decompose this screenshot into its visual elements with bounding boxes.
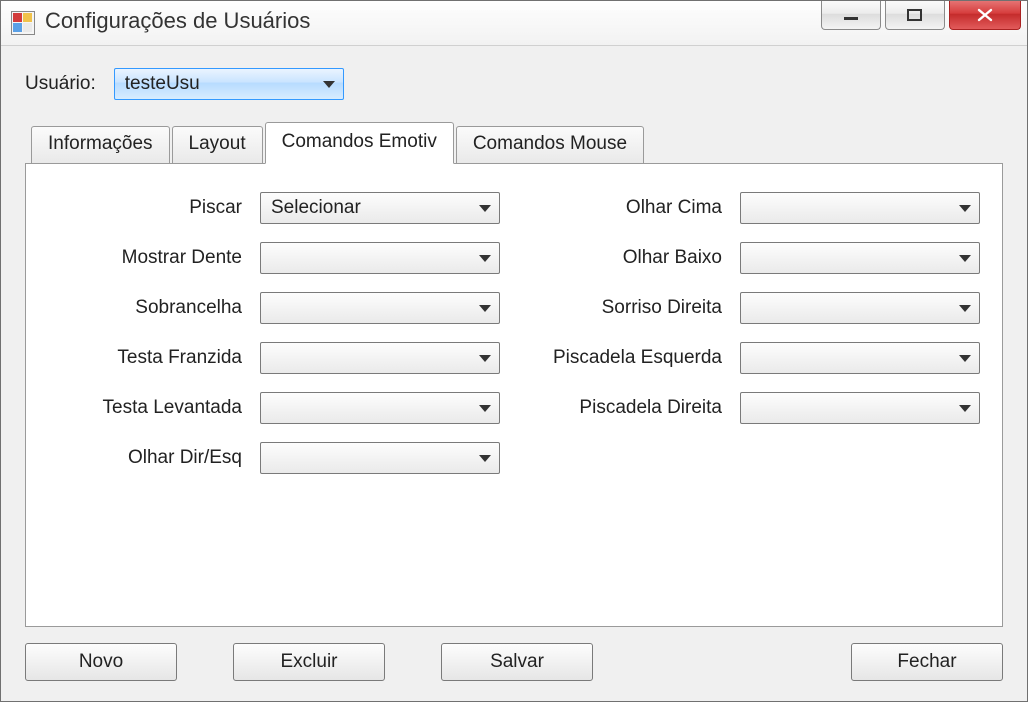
user-combo-text: testeUsu	[125, 73, 317, 95]
tab-comandos-emotiv[interactable]: Comandos Emotiv	[265, 122, 454, 164]
label-sorriso-direita: Sorriso Direita	[510, 297, 730, 319]
combo-text: Selecionar	[271, 197, 473, 219]
tab-label: Informações	[48, 133, 153, 154]
footer-spacer	[649, 643, 795, 681]
window-title: Configurações de Usuários	[45, 8, 310, 34]
combo-piscadela-direita[interactable]	[740, 392, 980, 424]
maximize-icon	[906, 8, 924, 22]
titlebar: Configurações de Usuários	[1, 1, 1027, 46]
chevron-down-icon	[323, 81, 335, 88]
button-label: Excluir	[280, 651, 337, 673]
tab-label: Comandos Mouse	[473, 133, 627, 154]
combo-sorriso-direita[interactable]	[740, 292, 980, 324]
user-combo[interactable]: testeUsu	[114, 68, 344, 100]
salvar-button[interactable]: Salvar	[441, 643, 593, 681]
label-piscadela-direita: Piscadela Direita	[510, 397, 730, 419]
combo-mostrar-dente[interactable]	[260, 242, 500, 274]
emotiv-grid: Piscar Selecionar Olhar Cima Mostrar Den…	[50, 192, 978, 474]
chevron-down-icon	[959, 205, 971, 212]
user-row: Usuário: testeUsu	[25, 68, 1003, 100]
combo-olhar-dir-esq[interactable]	[260, 442, 500, 474]
combo-testa-levantada[interactable]	[260, 392, 500, 424]
tab-layout[interactable]: Layout	[172, 126, 263, 164]
combo-piscar[interactable]: Selecionar	[260, 192, 500, 224]
app-icon	[11, 11, 35, 35]
button-label: Novo	[79, 651, 123, 673]
chevron-down-icon	[479, 255, 491, 262]
chevron-down-icon	[479, 205, 491, 212]
combo-sobrancelha[interactable]	[260, 292, 500, 324]
chevron-down-icon	[479, 305, 491, 312]
fechar-button[interactable]: Fechar	[851, 643, 1003, 681]
close-icon	[975, 8, 995, 22]
chevron-down-icon	[479, 405, 491, 412]
novo-button[interactable]: Novo	[25, 643, 177, 681]
label-testa-levantada: Testa Levantada	[50, 397, 250, 419]
tab-panel-emotiv: Piscar Selecionar Olhar Cima Mostrar Den…	[25, 163, 1003, 627]
chevron-down-icon	[959, 305, 971, 312]
minimize-button[interactable]	[821, 1, 881, 30]
tab-strip: Informações Layout Comandos Emotiv Coman…	[25, 122, 1003, 164]
label-piscar: Piscar	[50, 197, 250, 219]
chevron-down-icon	[959, 255, 971, 262]
client-area: Usuário: testeUsu Informações Layout Com…	[1, 46, 1027, 701]
tab-label: Comandos Emotiv	[282, 131, 437, 152]
tab-label: Layout	[189, 133, 246, 154]
combo-testa-franzida[interactable]	[260, 342, 500, 374]
minimize-icon	[842, 8, 860, 22]
window-controls	[821, 1, 1027, 45]
chevron-down-icon	[479, 355, 491, 362]
label-olhar-cima: Olhar Cima	[510, 197, 730, 219]
footer: Novo Excluir Salvar Fechar	[25, 643, 1003, 681]
close-button[interactable]	[949, 1, 1021, 30]
chevron-down-icon	[959, 355, 971, 362]
label-mostrar-dente: Mostrar Dente	[50, 247, 250, 269]
chevron-down-icon	[479, 455, 491, 462]
label-olhar-baixo: Olhar Baixo	[510, 247, 730, 269]
combo-olhar-baixo[interactable]	[740, 242, 980, 274]
label-piscadela-esquerda: Piscadela Esquerda	[510, 347, 730, 369]
chevron-down-icon	[959, 405, 971, 412]
excluir-button[interactable]: Excluir	[233, 643, 385, 681]
window-frame: Configurações de Usuários Usuário:	[0, 0, 1028, 702]
tab-comandos-mouse[interactable]: Comandos Mouse	[456, 126, 644, 164]
label-testa-franzida: Testa Franzida	[50, 347, 250, 369]
button-label: Salvar	[490, 651, 544, 673]
maximize-button[interactable]	[885, 1, 945, 30]
tab-informacoes[interactable]: Informações	[31, 126, 170, 164]
combo-piscadela-esquerda[interactable]	[740, 342, 980, 374]
label-olhar-dir-esq: Olhar Dir/Esq	[50, 447, 250, 469]
combo-olhar-cima[interactable]	[740, 192, 980, 224]
button-label: Fechar	[897, 651, 956, 673]
label-sobrancelha: Sobrancelha	[50, 297, 250, 319]
user-label: Usuário:	[25, 73, 96, 95]
